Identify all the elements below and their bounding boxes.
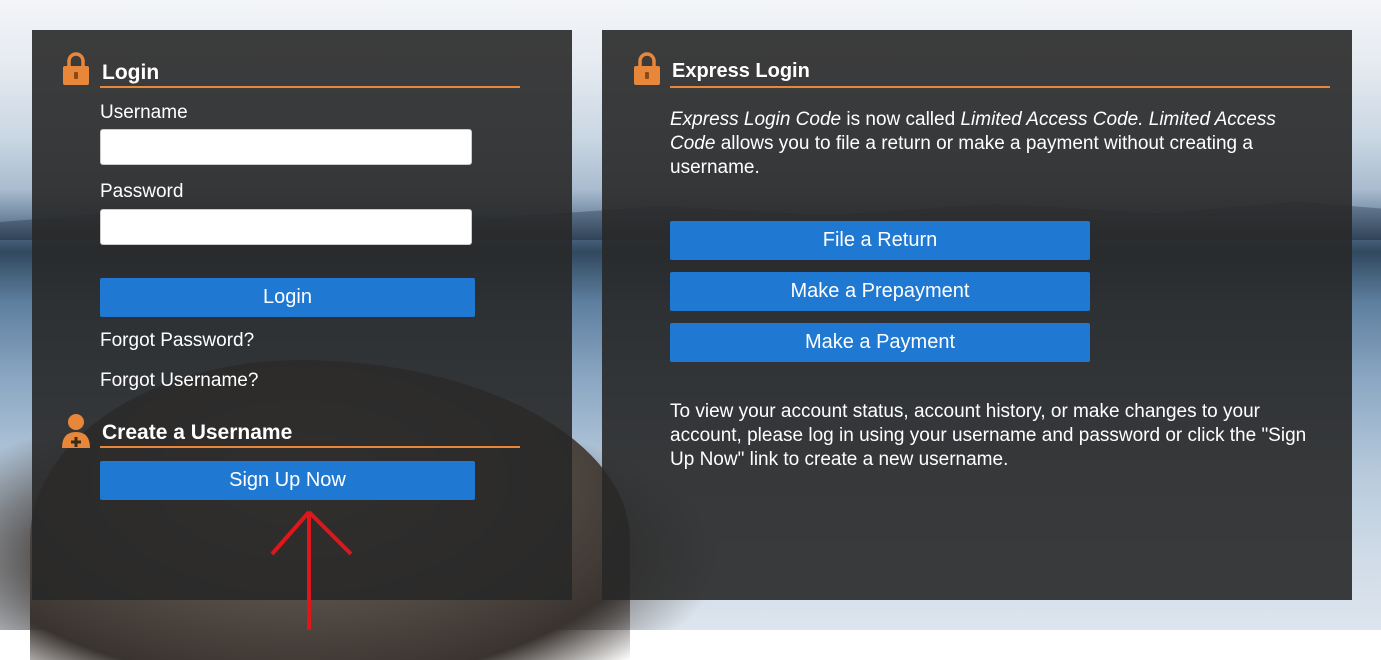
express-login-divider: [670, 86, 1330, 88]
login-divider: [100, 86, 520, 88]
make-a-payment-button[interactable]: Make a Payment: [670, 323, 1090, 362]
make-a-prepayment-button[interactable]: Make a Prepayment: [670, 272, 1090, 311]
login-button[interactable]: Login: [100, 278, 475, 317]
forgot-username-link[interactable]: Forgot Username?: [100, 370, 258, 392]
express-login-panel: Express Login Express Login Code is now …: [602, 30, 1352, 600]
username-label: Username: [100, 102, 188, 123]
account-info-text: To view your account status, account his…: [670, 401, 1307, 470]
lock-icon: [63, 52, 89, 85]
intro-italic-1: Express Login Code: [670, 109, 842, 130]
lock-icon: [634, 52, 660, 85]
express-login-title: Express Login: [672, 60, 810, 82]
file-a-return-button[interactable]: File a Return: [670, 221, 1090, 260]
add-user-icon: [62, 414, 90, 448]
forgot-password-link[interactable]: Forgot Password?: [100, 330, 254, 352]
create-username-title: Create a Username: [102, 421, 293, 444]
red-arrow-annotation: [270, 510, 353, 630]
login-title: Login: [102, 61, 160, 84]
sign-up-now-button[interactable]: Sign Up Now: [100, 461, 475, 500]
intro-text-4: allows you to file a return or make a pa…: [670, 133, 1253, 178]
username-input[interactable]: [100, 129, 472, 165]
express-intro-text: Express Login Code is now called Limited…: [670, 108, 1310, 180]
password-label: Password: [100, 181, 184, 202]
create-username-divider: [100, 446, 520, 448]
intro-text-2: is now called: [841, 109, 961, 130]
password-input[interactable]: [100, 209, 472, 245]
